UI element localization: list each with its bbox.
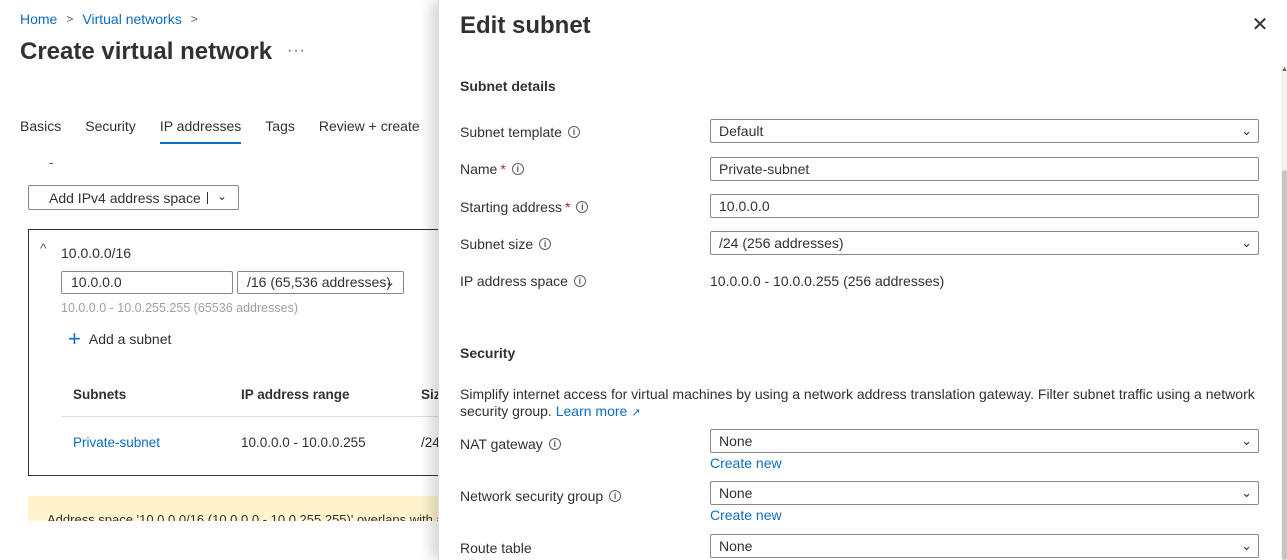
add-ipv4-address-space-button[interactable]: Add IPv4 address space ⌄ [28, 185, 239, 210]
add-subnet-label: Add a subnet [88, 331, 172, 347]
breadcrumb-virtual-networks-link[interactable]: Virtual networks [82, 11, 181, 27]
starting-address-label: Starting address * i [460, 199, 589, 215]
tab-review-create[interactable]: Review + create [319, 118, 420, 144]
nsg-value: None [719, 485, 753, 501]
tab-ip-addresses[interactable]: IP addresses [159, 118, 242, 144]
route-table-label-text: Route table [460, 540, 532, 556]
subnet-size-label: Subnet size i [460, 236, 552, 252]
learn-more-link[interactable]: Learn more ↗ [556, 403, 641, 419]
subnet-size-value: /24 (256 addresses) [719, 235, 844, 251]
info-icon[interactable]: i [567, 126, 580, 138]
ip-address-space-value: 10.0.0.0 - 10.0.0.255 (256 addresses) [710, 273, 945, 289]
starting-address-input[interactable]: 10.0.0.0 [710, 194, 1259, 218]
add-subnet-button[interactable]: + Add a subnet [68, 326, 172, 351]
nsg-select[interactable]: None ⌄ [710, 481, 1259, 505]
breadcrumb: Home > Virtual networks > [20, 11, 207, 27]
subnet-size-select[interactable]: /24 (256 addresses) ⌄ [710, 231, 1259, 255]
more-options-icon[interactable]: ··· [287, 42, 306, 60]
nat-gateway-label: NAT gateway i [460, 436, 561, 452]
route-table-label: Route table [460, 540, 532, 556]
subnet-details-heading: Subnet details [460, 78, 556, 94]
breadcrumb-home-link[interactable]: Home [20, 11, 57, 27]
page-title: Create virtual network [20, 38, 273, 65]
info-icon[interactable]: i [573, 275, 586, 287]
nsg-label-text: Network security group [460, 488, 604, 504]
ip-address-space-label: IP address space i [460, 273, 586, 289]
scroll-up-arrow-icon[interactable]: ▲ [1281, 66, 1287, 73]
starting-address-label-text: Starting address [460, 199, 562, 215]
route-table-select[interactable]: None ⌄ [710, 534, 1259, 558]
nsg-create-new-link[interactable]: Create new [710, 507, 782, 523]
dash-text: - [49, 154, 54, 170]
column-header-ip-range: IP address range [241, 387, 350, 402]
tab-bar: Basics Security IP addresses Tags Review… [20, 118, 444, 144]
address-input[interactable]: 10.0.0.0 [61, 271, 233, 294]
prefix-select-value: /16 (65,536 addresses) [247, 274, 391, 290]
ip-address-space-label-text: IP address space [460, 273, 568, 289]
subnet-template-label: Subnet template i [460, 124, 580, 140]
nsg-label: Network security group i [460, 488, 622, 504]
route-table-value: None [719, 538, 753, 554]
required-marker: * [564, 199, 571, 215]
panel-scroll-thumb[interactable] [1282, 170, 1287, 560]
info-icon[interactable]: i [576, 201, 589, 213]
tab-basics[interactable]: Basics [20, 118, 61, 144]
name-input[interactable]: Private-subnet [710, 157, 1259, 181]
prefix-select[interactable]: /16 (65,536 addresses) ⌄ [237, 271, 404, 294]
security-heading: Security [460, 345, 516, 361]
subnet-size-label-text: Subnet size [460, 236, 534, 252]
nat-gateway-value: None [719, 433, 753, 449]
required-marker: * [500, 161, 506, 177]
address-space-label: 10.0.0.0/16 [61, 245, 132, 261]
chevron-down-icon: ⌄ [1241, 123, 1252, 138]
chevron-down-icon: ⌄ [1241, 433, 1252, 448]
add-ipv4-address-space-label: Add IPv4 address space [49, 189, 201, 206]
name-label: Name * i [460, 161, 524, 177]
subnet-template-select[interactable]: Default ⌄ [710, 119, 1259, 143]
split-divider [207, 192, 208, 204]
info-icon[interactable]: i [548, 438, 561, 450]
info-icon[interactable]: i [609, 490, 622, 502]
chevron-right-icon: > [66, 12, 74, 26]
table-divider [61, 416, 458, 417]
plus-icon: + [68, 326, 81, 351]
name-label-text: Name [460, 161, 498, 177]
chevron-down-icon: ⌄ [1241, 235, 1252, 250]
tab-security[interactable]: Security [85, 118, 136, 144]
subnet-name-link[interactable]: Private-subnet [73, 435, 160, 450]
nat-create-new-link[interactable]: Create new [710, 455, 782, 471]
security-description: Simplify internet access for virtual mac… [460, 386, 1260, 422]
chevron-right-icon: > [190, 12, 198, 26]
edit-subnet-panel: Edit subnet ✕ Subnet details Subnet temp… [438, 0, 1287, 560]
subnet-template-value: Default [719, 123, 764, 139]
info-icon[interactable]: i [539, 238, 552, 250]
close-icon[interactable]: ✕ [1249, 14, 1271, 36]
nat-gateway-select[interactable]: None ⌄ [710, 429, 1259, 453]
info-icon[interactable]: i [511, 163, 524, 175]
column-header-subnets: Subnets [73, 387, 127, 402]
address-range-hint: 10.0.0.0 - 10.0.255.255 (65536 addresses… [61, 301, 298, 315]
chevron-down-icon[interactable]: ⌄ [217, 189, 227, 203]
chevron-down-icon: ⌄ [1241, 485, 1252, 500]
page-fold [0, 521, 440, 560]
chevron-down-icon: ⌄ [384, 275, 395, 289]
chevron-down-icon: ⌄ [1241, 538, 1252, 553]
subnet-size-cell: /24 [421, 435, 440, 450]
external-link-icon: ↗ [631, 407, 641, 419]
chevron-up-icon[interactable]: ^ [40, 240, 47, 256]
panel-title: Edit subnet [460, 12, 591, 39]
tab-tags[interactable]: Tags [265, 118, 295, 144]
nat-gateway-label-text: NAT gateway [460, 436, 543, 452]
subnet-range-cell: 10.0.0.0 - 10.0.0.255 [241, 435, 366, 450]
subnet-template-label-text: Subnet template [460, 124, 562, 140]
